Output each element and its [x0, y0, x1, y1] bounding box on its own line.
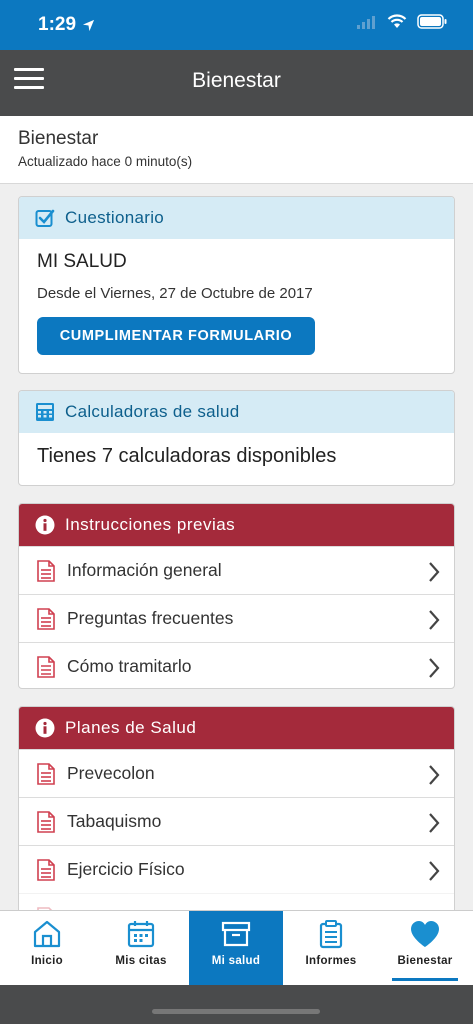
signal-icon — [357, 15, 375, 29]
tab-mi-salud[interactable]: Mi salud — [189, 911, 283, 986]
document-icon — [37, 810, 55, 833]
status-icons — [357, 14, 447, 29]
chevron-right-icon — [429, 765, 440, 785]
instruction-item-how-to[interactable]: Cómo tramitarlo — [19, 642, 454, 688]
tab-label: Bienestar — [397, 955, 453, 967]
status-time-text: 1:29 — [38, 14, 77, 35]
tab-label: Informes — [305, 955, 357, 967]
questionnaire-header: Cuestionario — [19, 197, 454, 239]
info-icon — [35, 718, 55, 738]
heart-icon — [411, 921, 439, 947]
clipboard-icon — [319, 920, 343, 949]
active-tab-indicator — [392, 978, 458, 981]
list-item-label: Ejercicio Físico — [67, 859, 185, 879]
info-icon — [35, 515, 55, 535]
instructions-card: Instrucciones previas Información genera… — [18, 503, 455, 689]
list-item-label: Información general — [67, 560, 222, 580]
calculators-heading: Calculadoras de salud — [65, 402, 240, 421]
health-plans-card: Planes de Salud Prevecolon Tabaquismo Ej… — [18, 706, 455, 916]
questionnaire-title: MI SALUD — [37, 251, 127, 272]
tab-label: Inicio — [31, 955, 63, 967]
home-icon — [33, 920, 61, 948]
document-icon — [37, 858, 55, 881]
status-time: 1:29 — [38, 14, 95, 36]
list-item-label: Preguntas frecuentes — [67, 608, 234, 628]
instructions-header: Instrucciones previas — [19, 504, 454, 546]
tab-inicio[interactable]: Inicio — [0, 911, 94, 986]
plan-item-ejercicio[interactable]: Ejercicio Físico — [19, 845, 454, 893]
tab-bar: Inicio Mis citas Mi salud Informes Biene… — [0, 910, 473, 986]
last-updated-text: Actualizado hace 0 minuto(s) — [18, 154, 193, 169]
location-arrow-icon — [82, 19, 95, 31]
home-indicator-area — [0, 985, 473, 1024]
questionnaire-heading: Cuestionario — [65, 208, 165, 227]
calculators-count-text: Tienes 7 calculadoras disponibles — [37, 445, 337, 467]
tab-label: Mis citas — [115, 955, 167, 967]
fill-form-button[interactable]: CUMPLIMENTAR FORMULARIO — [37, 317, 315, 355]
chevron-right-icon — [429, 813, 440, 833]
list-item-label: Prevecolon — [67, 763, 155, 783]
list-item-label: Cómo tramitarlo — [67, 656, 192, 676]
health-plans-header: Planes de Salud — [19, 707, 454, 749]
plan-item-tabaquismo[interactable]: Tabaquismo — [19, 797, 454, 845]
calendar-icon — [127, 921, 155, 948]
tab-bienestar[interactable]: Bienestar — [378, 911, 472, 986]
health-plans-heading: Planes de Salud — [65, 718, 197, 737]
plan-item-prevecolon[interactable]: Prevecolon — [19, 749, 454, 797]
page-title: Bienestar — [18, 128, 99, 149]
calculator-icon — [36, 403, 54, 421]
tab-informes[interactable]: Informes — [284, 911, 378, 986]
checkbox-checked-icon — [35, 209, 55, 227]
wifi-icon — [387, 14, 407, 28]
nav-bar: Bienestar — [0, 50, 473, 116]
instructions-heading: Instrucciones previas — [65, 515, 236, 534]
tab-mis-citas[interactable]: Mis citas — [94, 911, 188, 986]
tab-label: Mi salud — [211, 955, 261, 967]
chevron-right-icon — [429, 610, 440, 630]
questionnaire-card: Cuestionario MI SALUD Desde el Viernes, … — [18, 196, 455, 374]
status-bar: 1:29 — [0, 0, 473, 50]
calculators-header: Calculadoras de salud — [19, 391, 454, 433]
instruction-item-general-info[interactable]: Información general — [19, 546, 454, 594]
document-icon — [37, 655, 55, 678]
questionnaire-date: Desde el Viernes, 27 de Octubre de 2017 — [37, 285, 313, 302]
archive-box-icon — [221, 921, 251, 947]
document-icon — [37, 762, 55, 785]
home-indicator[interactable] — [152, 1009, 320, 1014]
page-header: Bienestar Actualizado hace 0 minuto(s) — [0, 116, 473, 184]
chevron-right-icon — [429, 861, 440, 881]
nav-title: Bienestar — [192, 69, 281, 92]
document-icon — [37, 559, 55, 582]
battery-icon — [417, 14, 447, 29]
chevron-right-icon — [429, 658, 440, 678]
calculators-card[interactable]: Calculadoras de salud Tienes 7 calculado… — [18, 390, 455, 486]
list-item-label: Tabaquismo — [67, 811, 162, 831]
instruction-item-faq[interactable]: Preguntas frecuentes — [19, 594, 454, 642]
chevron-right-icon — [429, 562, 440, 582]
document-icon — [37, 607, 55, 630]
